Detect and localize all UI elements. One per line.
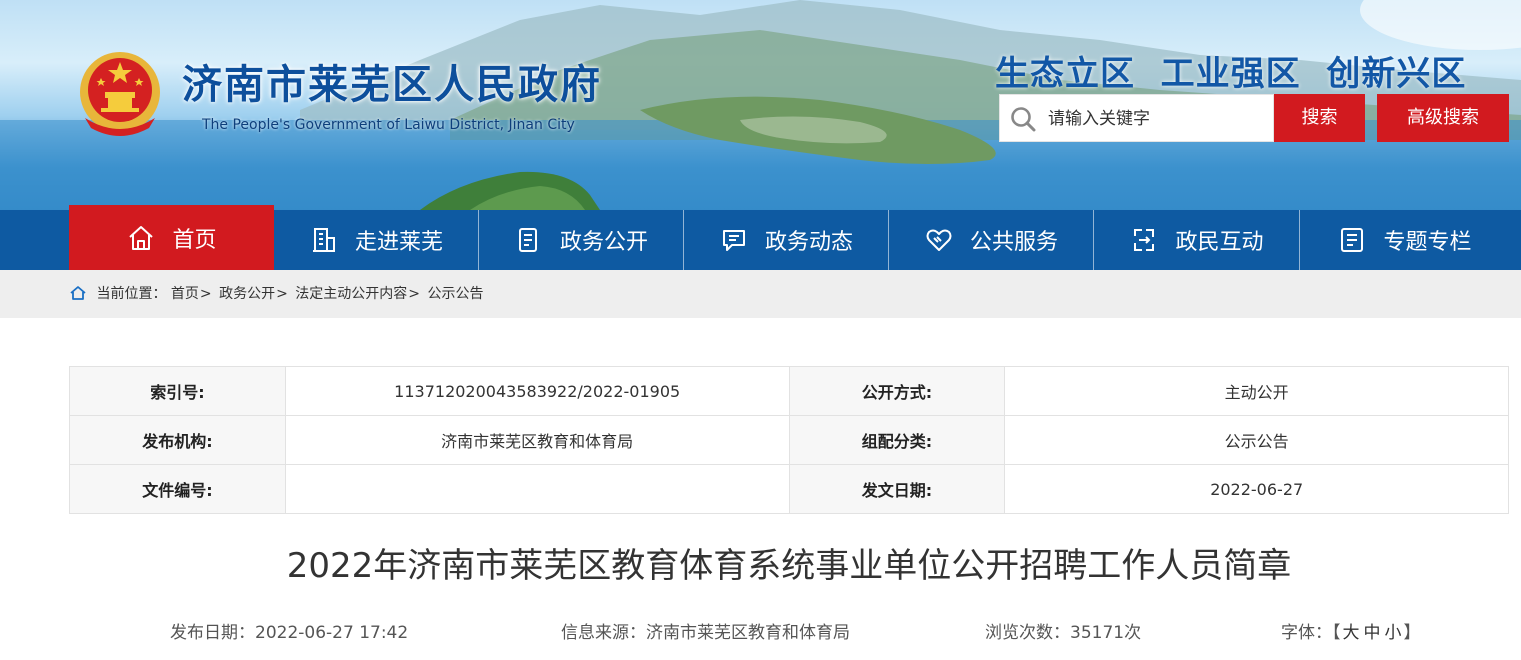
breadcrumb-separator: > xyxy=(276,286,288,302)
index-number-label: 索引号: xyxy=(69,366,286,416)
breadcrumb-notices[interactable]: 公示公告 xyxy=(427,286,483,302)
nav-item-about[interactable]: 走进莱芜 xyxy=(274,210,479,270)
index-number-value: 113712020043583922/2022-01905 xyxy=(284,366,790,416)
font-medium-button[interactable]: 中 xyxy=(1364,623,1381,643)
handshake-icon xyxy=(924,225,954,255)
main-nav: 首页 走进莱芜 政务公开 政务动态 公共服务 政民互动 专题专栏 xyxy=(0,205,1521,270)
info-source: 信息来源：济南市莱芜区教育和体育局 xyxy=(561,623,850,643)
search-button[interactable]: 搜索 xyxy=(1274,94,1365,142)
nav-label: 首页 xyxy=(172,227,217,253)
breadcrumb: 当前位置： 首页> 政务公开> 法定主动公开内容> 公示公告 xyxy=(70,270,483,318)
issue-date-label: 发文日期: xyxy=(788,464,1006,514)
issuing-agency-value: 济南市莱芜区教育和体育局 xyxy=(284,415,790,465)
national-emblem-icon xyxy=(80,52,160,136)
nav-label: 政民互动 xyxy=(1175,230,1264,255)
view-count: 浏览次数：35171次 xyxy=(985,623,1142,643)
document-meta-table: 索引号: 113712020043583922/2022-01905 公开方式:… xyxy=(69,366,1509,514)
site-title: 济南市莱芜区人民政府 xyxy=(182,62,602,108)
font-bracket-close: 】 xyxy=(1403,623,1421,643)
document-number-label: 文件编号: xyxy=(69,464,286,514)
document-icon xyxy=(514,225,544,255)
list-icon xyxy=(1337,225,1367,255)
nav-item-home[interactable]: 首页 xyxy=(69,205,274,270)
font-size-label: 字体： xyxy=(1281,623,1332,643)
issuing-agency-label: 发布机构: xyxy=(69,415,286,465)
chat-icon xyxy=(719,225,749,255)
home-icon xyxy=(70,286,86,300)
breadcrumb-gov-open[interactable]: 政务公开 xyxy=(219,286,275,302)
nav-item-interaction[interactable]: 政民互动 xyxy=(1094,210,1300,270)
publish-method-value: 主动公开 xyxy=(1004,366,1509,416)
publish-method-label: 公开方式: xyxy=(788,366,1006,416)
interaction-icon xyxy=(1129,225,1159,255)
breadcrumb-separator: > xyxy=(408,286,421,302)
article-title: 2022年济南市莱芜区教育体育系统事业单位公开招聘工作人员简章 xyxy=(286,546,1292,586)
nav-label: 政务动态 xyxy=(764,230,853,255)
font-large-button[interactable]: 大 xyxy=(1343,623,1360,643)
font-small-button[interactable]: 小 xyxy=(1385,623,1402,643)
font-bracket-open: 【 xyxy=(1332,623,1341,643)
breadcrumb-bar: 当前位置： 首页> 政务公开> 法定主动公开内容> 公示公告 xyxy=(0,270,1521,318)
nav-item-topics[interactable]: 专题专栏 xyxy=(1300,210,1509,270)
table-row: 文件编号: 发文日期: 2022-06-27 xyxy=(69,464,1509,514)
publish-date: 发布日期：2022-06-27 17:42 xyxy=(170,623,409,643)
table-row: 发布机构: 济南市莱芜区教育和体育局 组配分类: 公示公告 xyxy=(69,415,1509,465)
table-row: 索引号: 113712020043583922/2022-01905 公开方式:… xyxy=(69,366,1509,416)
issue-date-value: 2022-06-27 xyxy=(1004,464,1509,514)
breadcrumb-prefix: 当前位置： xyxy=(96,286,167,302)
advanced-search-button[interactable]: 高级搜索 xyxy=(1377,94,1509,142)
nav-item-gov-open[interactable]: 政务公开 xyxy=(479,210,684,270)
site-slogan: 生态立区 工业强区 创新兴区 xyxy=(995,54,1467,94)
building-icon xyxy=(309,225,339,255)
search-box xyxy=(999,94,1274,142)
breadcrumb-statutory[interactable]: 法定主动公开内容 xyxy=(295,286,407,302)
category-value: 公示公告 xyxy=(1004,415,1509,465)
breadcrumb-separator: > xyxy=(199,286,212,302)
font-size-switcher: 字体：【大中小】 xyxy=(1281,618,1421,643)
nav-label: 公共服务 xyxy=(969,230,1058,255)
search-input[interactable] xyxy=(1046,103,1270,135)
nav-label: 走进莱芜 xyxy=(354,230,443,255)
breadcrumb-home[interactable]: 首页 xyxy=(171,286,199,302)
site-subtitle: The People's Government of Laiwu Distric… xyxy=(202,117,575,133)
document-number-value xyxy=(284,464,790,514)
nav-item-public-service[interactable]: 公共服务 xyxy=(889,210,1094,270)
header-banner: 济南市莱芜区人民政府 The People's Government of La… xyxy=(0,0,1521,210)
nav-item-gov-news[interactable]: 政务动态 xyxy=(684,210,889,270)
nav-label: 专题专栏 xyxy=(1383,230,1472,255)
home-icon xyxy=(126,223,156,253)
nav-label: 政务公开 xyxy=(559,230,648,255)
search-icon xyxy=(1011,107,1036,132)
category-label: 组配分类: xyxy=(788,415,1006,465)
